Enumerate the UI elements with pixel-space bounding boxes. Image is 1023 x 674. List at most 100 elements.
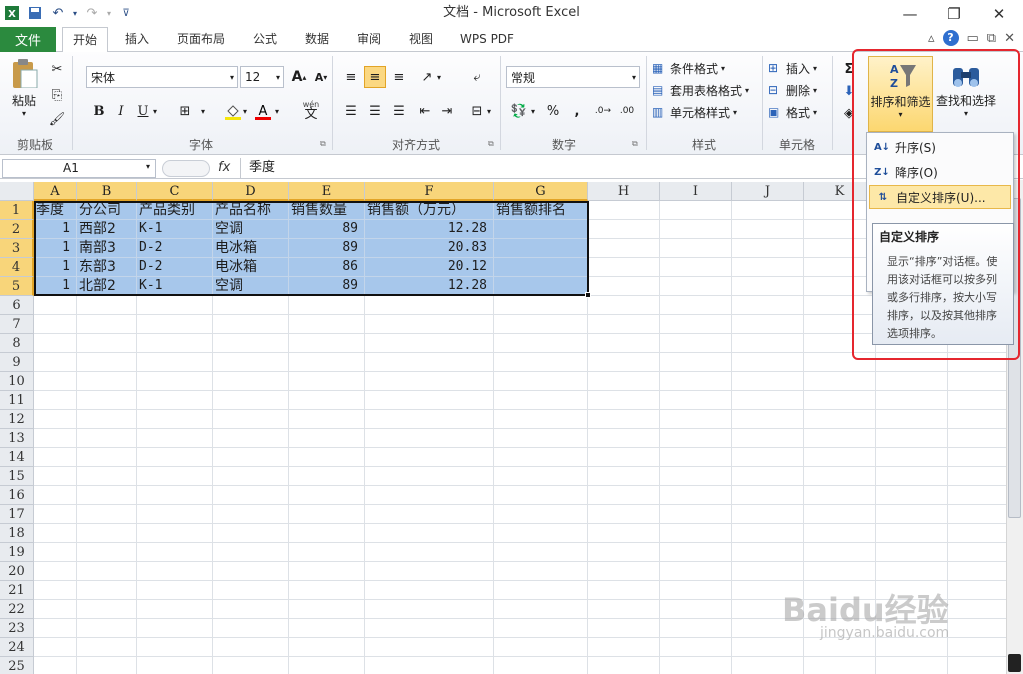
empty-cell[interactable] [289,296,365,315]
empty-cell[interactable] [34,543,77,562]
empty-cell[interactable] [77,334,137,353]
empty-cell[interactable] [77,581,137,600]
orientation-dropdown-icon[interactable]: ▾ [434,66,444,88]
empty-cell[interactable] [732,296,804,315]
empty-cell[interactable] [137,467,213,486]
empty-cell[interactable] [732,448,804,467]
tab-insert[interactable]: 插入 [114,27,160,52]
empty-cell[interactable] [732,543,804,562]
accounting-dropdown-icon[interactable]: ▾ [528,100,538,122]
row-header[interactable]: 11 [0,391,34,410]
empty-cell[interactable] [804,562,876,581]
empty-cell[interactable] [876,448,948,467]
align-right-icon[interactable]: ☰ [388,100,410,122]
empty-cell[interactable] [588,277,660,296]
empty-cell[interactable] [660,467,732,486]
empty-cell[interactable] [77,372,137,391]
empty-cell[interactable] [876,524,948,543]
workbook-close-icon[interactable]: ✕ [1004,31,1015,46]
row-header[interactable]: 18 [0,524,34,543]
empty-cell[interactable] [876,429,948,448]
row-header[interactable]: 12 [0,410,34,429]
empty-cell[interactable] [588,391,660,410]
empty-cell[interactable] [34,353,77,372]
empty-cell[interactable] [494,296,588,315]
empty-cell[interactable] [137,619,213,638]
empty-cell[interactable] [588,467,660,486]
font-dialog-launcher-icon[interactable]: ⧉ [320,139,326,149]
empty-cell[interactable] [588,315,660,334]
empty-cell[interactable] [137,334,213,353]
insert-cells-button[interactable]: ⊞ 插入 ▾ [768,58,817,78]
formula-bar-expander[interactable] [162,160,210,177]
empty-cell[interactable] [289,505,365,524]
empty-cell[interactable] [77,353,137,372]
empty-cell[interactable] [494,657,588,674]
empty-cell[interactable] [588,657,660,674]
conditional-formatting-button[interactable]: ▦ 条件格式 ▾ [652,58,725,78]
row-header[interactable]: 17 [0,505,34,524]
empty-cell[interactable] [365,486,494,505]
empty-cell[interactable] [588,372,660,391]
empty-cell[interactable] [660,524,732,543]
empty-cell[interactable] [137,562,213,581]
font-color-icon[interactable]: A [252,100,274,122]
empty-cell[interactable] [34,334,77,353]
empty-cell[interactable] [77,467,137,486]
increase-decimal-icon[interactable]: .0→ [592,100,614,122]
empty-cell[interactable] [948,543,1006,562]
empty-cell[interactable] [732,505,804,524]
empty-cell[interactable] [77,410,137,429]
empty-cell[interactable] [732,334,804,353]
tab-formulas[interactable]: 公式 [244,27,286,52]
empty-cell[interactable] [948,524,1006,543]
empty-cell[interactable] [732,201,804,220]
empty-cell[interactable] [137,391,213,410]
empty-cell[interactable] [732,657,804,674]
empty-cell[interactable] [948,657,1006,674]
empty-cell[interactable] [588,505,660,524]
empty-cell[interactable] [494,619,588,638]
empty-cell[interactable] [588,581,660,600]
underline-dropdown-icon[interactable]: ▾ [150,100,160,122]
tab-wps-pdf[interactable]: WPS PDF [452,27,522,52]
empty-cell[interactable] [494,448,588,467]
empty-cell[interactable] [588,543,660,562]
empty-cell[interactable] [660,543,732,562]
empty-cell[interactable] [588,600,660,619]
empty-cell[interactable] [213,524,289,543]
empty-cell[interactable] [804,486,876,505]
empty-cell[interactable] [365,372,494,391]
empty-cell[interactable] [588,524,660,543]
empty-cell[interactable] [494,334,588,353]
format-as-table-button[interactable]: ▤ 套用表格格式 ▾ [652,80,749,100]
empty-cell[interactable] [804,429,876,448]
column-header[interactable]: J [732,182,804,201]
font-color-dropdown-icon[interactable]: ▾ [272,100,282,122]
empty-cell[interactable] [137,372,213,391]
empty-cell[interactable] [660,619,732,638]
empty-cell[interactable] [137,296,213,315]
cell-styles-button[interactable]: ▥ 单元格样式 ▾ [652,102,737,122]
empty-cell[interactable] [289,410,365,429]
empty-cell[interactable] [213,562,289,581]
border-icon[interactable]: ⊞ [174,100,196,122]
empty-cell[interactable] [213,638,289,657]
increase-indent-icon[interactable]: ⇥ [436,100,458,122]
shrink-font-button[interactable]: A ▾ [310,66,332,88]
font-name-select[interactable]: 宋体 ▾ [86,66,238,88]
empty-cell[interactable] [948,429,1006,448]
tab-file[interactable]: 文件 [0,27,56,52]
empty-cell[interactable] [289,657,365,674]
name-box[interactable]: A1 [2,159,156,178]
workbook-minimize-icon[interactable]: ▭ [967,31,979,46]
empty-cell[interactable] [213,334,289,353]
empty-cell[interactable] [660,600,732,619]
fill-color-dropdown-icon[interactable]: ▾ [240,100,250,122]
empty-cell[interactable] [732,524,804,543]
empty-cell[interactable] [660,315,732,334]
empty-cell[interactable] [876,505,948,524]
empty-cell[interactable] [34,524,77,543]
empty-cell[interactable] [77,543,137,562]
empty-cell[interactable] [588,429,660,448]
